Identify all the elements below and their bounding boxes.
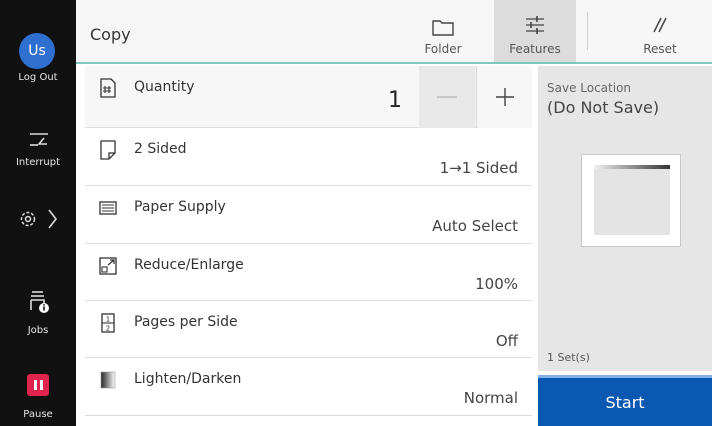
feature-list: Quantity 1 2 Sided 1→1 Sided Paper Suppl… [85,66,532,426]
sliders-icon [526,16,544,34]
feature-label: Pages per Side [134,314,238,330]
jobs-icon[interactable] [27,289,53,315]
reduce-enlarge-icon [99,257,117,275]
feature-label: 2 Sided [134,141,187,157]
interrupt-label: Interrupt [15,157,60,168]
pages-per-side-icon: 1 2 [101,313,115,333]
feature-value: Normal [463,389,518,407]
feature-label: Lighten/Darken [134,371,242,387]
interrupt-icon[interactable] [27,128,51,152]
feature-label: Reduce/Enlarge [134,257,244,273]
svg-text:1: 1 [106,316,110,324]
pause-bar [39,380,43,390]
quantity-icon [100,78,116,98]
quantity-increase-button[interactable] [476,66,532,128]
pause-label: Pause [23,409,53,420]
quantity-row: Quantity 1 [85,66,532,128]
user-avatar[interactable]: Us [19,33,55,69]
sets-count: 1 Set(s) [547,351,590,364]
quantity-label: Quantity [134,79,195,95]
features-label: Features [509,42,561,56]
logout-button[interactable]: Log Out [0,72,76,83]
feature-row-reduce-enlarge[interactable]: Reduce/Enlarge 100% [85,244,532,301]
pause-button[interactable] [27,374,49,396]
side-rail: Us Log Out Interrupt Jobs Pause [0,0,76,426]
svg-text:2: 2 [106,325,110,333]
minus-icon [437,96,457,98]
page-preview [581,154,681,247]
feature-value: Auto Select [432,217,518,235]
feature-value: 1→1 Sided [439,159,518,177]
feature-label: Paper Supply [134,199,226,215]
header-divider [587,12,588,50]
features-button[interactable]: Features [494,0,576,62]
plus-icon [495,88,514,106]
paper-tray-icon [99,201,117,215]
page-title: Copy [90,25,131,44]
page-preview-bar [594,165,670,169]
chevron-right-icon [48,209,58,229]
gear-icon [20,211,36,227]
reset-button[interactable]: Reset [622,0,698,62]
quantity-decrease-button[interactable] [419,66,475,128]
feature-row-lighten-darken[interactable]: Lighten/Darken Normal [85,358,532,416]
feature-row-paper-supply[interactable]: Paper Supply Auto Select [85,186,532,244]
two-sided-icon [100,140,116,160]
pause-bar [33,380,37,390]
start-button[interactable]: Start [538,375,712,426]
lighten-darken-icon [100,371,116,389]
feature-value: Off [495,332,518,350]
folder-icon [432,20,454,36]
quantity-value: 1 [388,88,402,113]
preview-pane: Save Location (Do Not Save) 1 Set(s) [538,66,712,371]
save-location-value[interactable]: (Do Not Save) [547,98,659,117]
folder-label: Folder [424,42,462,56]
app-header: Copy Folder Features Reset [76,0,712,64]
feature-value: 100% [475,275,518,293]
feature-row-pages-per-side[interactable]: 1 2 Pages per Side Off [85,301,532,358]
reset-icon [653,17,667,33]
reset-label: Reset [643,42,677,56]
save-location-label: Save Location [547,81,632,95]
settings-button[interactable] [18,204,64,234]
feature-row-2-sided[interactable]: 2 Sided 1→1 Sided [85,128,532,186]
page-preview-content [594,165,670,235]
folder-button[interactable]: Folder [406,0,480,62]
jobs-label: Jobs [27,325,49,336]
